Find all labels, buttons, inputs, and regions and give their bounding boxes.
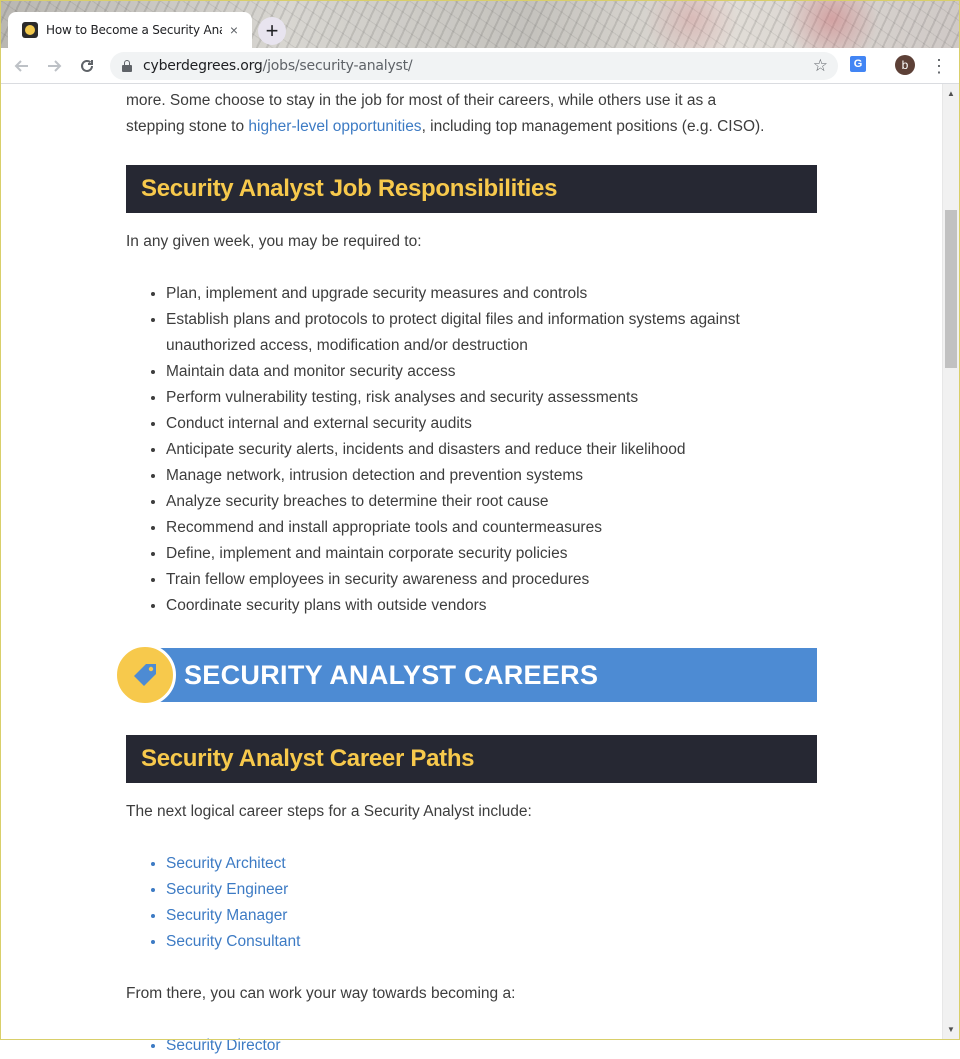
- lock-icon[interactable]: [122, 60, 132, 72]
- url-domain: cyberdegrees.org: [143, 58, 263, 74]
- page-scrollbar[interactable]: ▲ ▼: [942, 84, 959, 1040]
- list-item: Security Consultant: [166, 929, 817, 955]
- scroll-up-icon[interactable]: ▲: [943, 86, 959, 102]
- theme-decoration: [620, 0, 740, 48]
- tab-strip: How to Become a Security Analyst × +: [0, 0, 960, 48]
- list-item: Plan, implement and upgrade security mea…: [166, 281, 817, 307]
- list-item: Maintain data and monitor security acces…: [166, 359, 817, 385]
- scroll-down-icon[interactable]: ▼: [943, 1022, 959, 1038]
- intro-text: more. Some choose to stay in the job for…: [126, 92, 717, 109]
- forward-icon[interactable]: [42, 54, 66, 78]
- responsibilities-list: Plan, implement and upgrade security mea…: [126, 281, 817, 619]
- intro-text: stepping stone to: [126, 118, 249, 135]
- browser-toolbar: cyberdegrees.org/jobs/security-analyst/ …: [0, 48, 960, 84]
- career-paths-followup: From there, you can work your way toward…: [126, 985, 516, 1002]
- list-item: Anticipate security alerts, incidents an…: [166, 437, 817, 463]
- list-item: Analyze security breaches to determine t…: [166, 489, 817, 515]
- higher-level-opportunities-link[interactable]: higher-level opportunities: [248, 118, 421, 135]
- senior-paths-list: Security Director: [126, 1033, 817, 1059]
- security-engineer-link[interactable]: Security Engineer: [166, 881, 288, 898]
- translate-extension-icon[interactable]: G: [850, 56, 866, 72]
- browser-tab[interactable]: How to Become a Security Analyst ×: [8, 12, 252, 48]
- list-item: Security Architect: [166, 851, 817, 877]
- list-item: Security Director: [166, 1033, 817, 1059]
- security-consultant-link[interactable]: Security Consultant: [166, 933, 300, 950]
- careers-banner: SECURITY ANALYST CAREERS: [114, 644, 817, 706]
- list-item: Train fellow employees in security aware…: [166, 567, 817, 593]
- career-paths-lead: The next logical career steps for a Secu…: [126, 803, 532, 820]
- reload-icon[interactable]: [75, 54, 99, 78]
- careers-banner-title: SECURITY ANALYST CAREERS: [144, 648, 817, 702]
- list-item: Conduct internal and external security a…: [166, 411, 817, 437]
- site-favicon-icon: [22, 22, 38, 38]
- tag-icon: [114, 644, 176, 706]
- url-text: cyberdegrees.org/jobs/security-analyst/: [143, 58, 413, 74]
- tab-title: How to Become a Security Analyst: [46, 23, 222, 37]
- career-paths-heading: Security Analyst Career Paths: [126, 735, 817, 783]
- careers-banner-wrap: SECURITY ANALYST CAREERS: [114, 644, 817, 706]
- list-item: Coordinate security plans with outside v…: [166, 593, 817, 619]
- close-tab-icon[interactable]: ×: [226, 22, 242, 38]
- security-architect-link[interactable]: Security Architect: [166, 855, 286, 872]
- career-paths-list: Security Architect Security Engineer Sec…: [126, 851, 817, 955]
- list-item: Security Engineer: [166, 877, 817, 903]
- new-tab-button[interactable]: +: [258, 17, 286, 45]
- kebab-menu-icon[interactable]: ⋮: [930, 54, 948, 78]
- intro-paragraph: more. Some choose to stay in the job for…: [126, 88, 817, 140]
- list-item: Establish plans and protocols to protect…: [166, 307, 817, 359]
- scroll-thumb[interactable]: [945, 210, 957, 368]
- url-path: /jobs/security-analyst/: [262, 58, 413, 74]
- theme-decoration: [760, 0, 880, 48]
- list-item: Perform vulnerability testing, risk anal…: [166, 385, 817, 411]
- address-bar[interactable]: cyberdegrees.org/jobs/security-analyst/ …: [110, 52, 838, 80]
- responsibilities-lead: In any given week, you may be required t…: [126, 233, 422, 250]
- article-content: more. Some choose to stay in the job for…: [114, 84, 817, 1059]
- bookmark-star-icon[interactable]: ☆: [813, 56, 828, 76]
- list-item: Security Manager: [166, 903, 817, 929]
- back-icon[interactable]: [10, 54, 34, 78]
- intro-text: , including top management positions (e.…: [421, 118, 765, 135]
- responsibilities-heading: Security Analyst Job Responsibilities: [126, 165, 817, 213]
- profile-avatar[interactable]: b: [895, 55, 915, 75]
- list-item: Recommend and install appropriate tools …: [166, 515, 817, 541]
- security-manager-link[interactable]: Security Manager: [166, 907, 287, 924]
- list-item: Manage network, intrusion detection and …: [166, 463, 817, 489]
- list-item: Define, implement and maintain corporate…: [166, 541, 817, 567]
